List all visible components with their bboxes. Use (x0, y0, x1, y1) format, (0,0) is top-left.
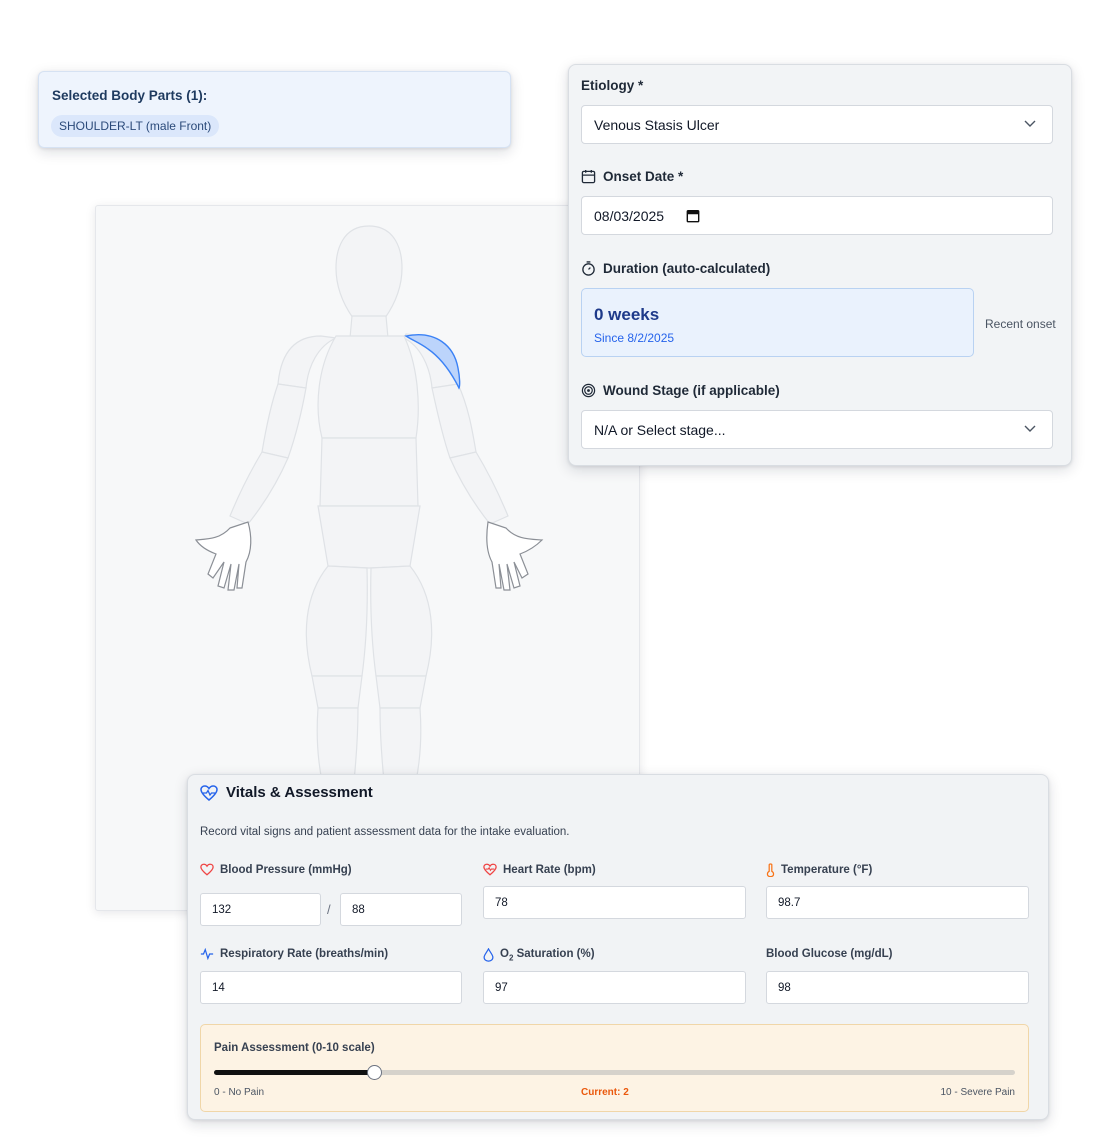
body-abdomen[interactable] (319, 437, 419, 507)
vitals-panel: Vitals & Assessment Record vital signs a… (187, 774, 1049, 1120)
body-thigh-left[interactable] (370, 565, 433, 677)
chevron-down-icon (1024, 425, 1036, 432)
body-neck[interactable] (349, 315, 389, 339)
body-hand-right[interactable] (194, 521, 252, 591)
heart-rate-input[interactable]: 78 (483, 886, 746, 919)
thermometer-icon (766, 863, 775, 877)
etiology-label: Etiology * (581, 78, 644, 93)
droplet-icon (483, 948, 494, 962)
body-hand-left[interactable] (486, 521, 544, 591)
wound-stage-value: N/A or Select stage... (594, 421, 726, 438)
pain-slider-thumb[interactable] (367, 1065, 383, 1080)
respiratory-rate-label: Respiratory Rate (breaths/min) (200, 948, 388, 960)
calendar-icon (581, 169, 596, 184)
heart-icon (200, 863, 214, 876)
body-forearm-right[interactable] (229, 451, 289, 525)
body-upper-arm-right[interactable] (261, 383, 307, 459)
body-forearm-left[interactable] (449, 451, 509, 525)
blood-pressure-label: Blood Pressure (mmHg) (200, 863, 352, 876)
body-shin-right[interactable] (316, 707, 359, 782)
etiology-select[interactable]: Venous Stasis Ulcer (581, 105, 1053, 144)
wound-details-panel: Etiology * Venous Stasis Ulcer Onset Dat… (568, 64, 1072, 466)
duration-since: Since 8/2/2025 (594, 331, 675, 345)
etiology-value: Venous Stasis Ulcer (594, 116, 720, 133)
activity-icon (200, 948, 214, 960)
systolic-input[interactable]: 132 (200, 893, 321, 926)
duration-value: 0 weeks (594, 305, 660, 324)
o2-saturation-input[interactable]: 97 (483, 971, 746, 1004)
duration-display: 0 weeks Since 8/2/2025 (581, 288, 974, 357)
vitals-title: Vitals & Assessment (200, 784, 373, 801)
blood-glucose-label: Blood Glucose (mg/dL) (766, 948, 893, 960)
pain-slider-fill (214, 1070, 375, 1075)
wound-stage-select[interactable]: N/A or Select stage... (581, 410, 1053, 449)
wound-stage-label: Wound Stage (if applicable) (581, 383, 780, 398)
calendar-picker-icon[interactable] (686, 209, 700, 223)
body-knee-right[interactable] (311, 675, 363, 709)
duration-note: Recent onset (985, 317, 1056, 331)
vitals-description: Record vital signs and patient assessmen… (200, 826, 570, 838)
o2-saturation-label: O2 Saturation (%) (483, 948, 595, 962)
heart-pulse-icon (483, 863, 497, 876)
pain-assessment-title: Pain Assessment (0-10 scale) (214, 1042, 375, 1054)
body-upper-arm-left[interactable] (431, 383, 477, 459)
pain-max-label: 10 - Severe Pain (940, 1087, 1016, 1098)
pain-current-label: Current: 2 (581, 1087, 629, 1098)
heart-pulse-icon (200, 784, 218, 801)
onset-date-label: Onset Date * (581, 169, 683, 184)
body-pelvis[interactable] (317, 505, 421, 569)
timer-icon (582, 261, 595, 276)
bp-separator: / (327, 902, 331, 917)
body-thigh-right[interactable] (305, 565, 368, 677)
blood-glucose-input[interactable]: 98 (766, 971, 1029, 1004)
temperature-input[interactable]: 98.7 (766, 886, 1029, 919)
heart-rate-label: Heart Rate (bpm) (483, 863, 596, 876)
body-shin-left[interactable] (379, 707, 422, 782)
pain-min-label: 0 - No Pain (214, 1087, 265, 1098)
pain-assessment-panel: Pain Assessment (0-10 scale) 0 - No Pain… (200, 1024, 1029, 1112)
body-knee-left[interactable] (375, 675, 427, 709)
pain-slider-track[interactable] (214, 1065, 1015, 1080)
onset-date-input[interactable]: 08/03/2025 (581, 196, 1053, 235)
body-part-chip[interactable]: SHOULDER-LT (male Front) (51, 115, 220, 137)
respiratory-rate-input[interactable]: 14 (200, 971, 462, 1004)
diastolic-input[interactable]: 88 (340, 893, 462, 926)
body-head[interactable] (335, 225, 403, 319)
selected-body-parts-title: Selected Body Parts (1): (52, 88, 208, 103)
onset-date-value: 08/03/2025 (594, 207, 665, 224)
temperature-label: Temperature (°F) (766, 863, 872, 877)
duration-label: Duration (auto-calculated) (581, 261, 770, 276)
chevron-down-icon (1024, 120, 1036, 127)
selected-body-parts-panel: Selected Body Parts (1): SHOULDER-LT (ma… (38, 71, 511, 148)
body-chest[interactable] (317, 335, 419, 439)
target-icon (581, 383, 596, 398)
